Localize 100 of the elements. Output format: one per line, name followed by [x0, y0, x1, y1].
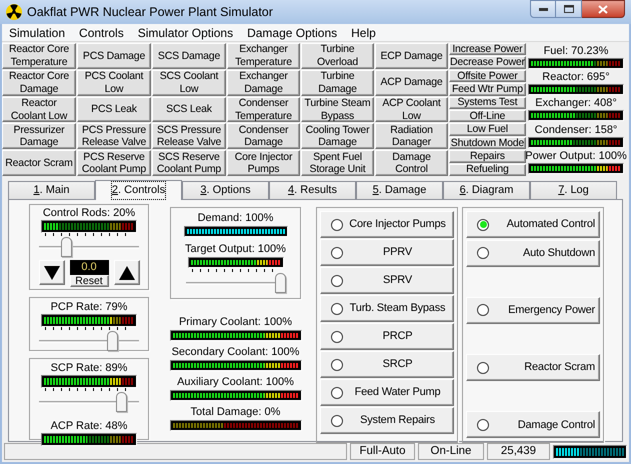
radio-circle[interactable] [477, 218, 489, 230]
alarm-button[interactable]: Reactor Core Damage [2, 70, 76, 96]
close-icon [598, 4, 608, 14]
radio-button[interactable]: Auto Shutdown [466, 240, 600, 267]
status-button[interactable]: Refueling [449, 164, 526, 176]
radio-label: SPRV [382, 273, 413, 288]
radio-button[interactable]: SRCP [320, 351, 454, 378]
radio-label: Feed Water Pump [354, 385, 442, 400]
status-button[interactable]: Off-Line [449, 110, 526, 122]
meter-label: Demand: 100% [198, 212, 274, 225]
alarm-button[interactable]: PCS Leak [77, 96, 151, 122]
menu-item[interactable]: Damage Options [240, 24, 344, 40]
slider-thumb[interactable] [106, 331, 118, 351]
meter-label: Condenser: 158° [534, 124, 618, 137]
window-title: Oakflat PWR Nuclear Power Plant Simulator [27, 4, 274, 21]
slider-thumb[interactable] [274, 273, 286, 293]
alarm-button[interactable]: Reactor Scram [2, 150, 76, 176]
alarm-button[interactable]: Exchanger Temperature [227, 43, 300, 69]
close-button[interactable] [582, 0, 625, 18]
status-text: Full-Auto [350, 443, 415, 460]
alarm-button[interactable]: Condenser Damage [227, 123, 300, 150]
alarm-button[interactable]: SCS Leak [152, 96, 226, 122]
alarm-button[interactable]: ECP Damage [375, 43, 448, 69]
minimize-icon [538, 8, 548, 10]
meter-label: ACP Rate: 48% [50, 420, 128, 433]
alarm-button[interactable]: Reactor Coolant Low [2, 96, 76, 122]
status-text: 25,439 [487, 443, 550, 460]
tab[interactable]: 5. Damage [356, 181, 443, 199]
tab[interactable]: 7. Log [530, 181, 617, 199]
status-button[interactable]: Feed Wtr Pump [449, 83, 526, 96]
slider-thumb[interactable] [61, 237, 72, 257]
alarm-button[interactable]: ACP Coolant Low [375, 96, 448, 122]
alarm-button[interactable]: SCS Coolant Low [152, 70, 226, 96]
meter-label: Auxiliary Coolant: 100% [177, 376, 294, 389]
menu-item[interactable]: Simulator Options [130, 24, 240, 40]
radio-button[interactable]: Damage Control [466, 411, 600, 438]
up-button[interactable] [114, 260, 140, 285]
alarm-button[interactable]: Turbine Steam Bypass [301, 96, 374, 122]
minimize-button[interactable] [530, 0, 556, 18]
alarm-button[interactable]: Damage Control [375, 150, 448, 176]
radio-button[interactable]: Feed Water Pump [320, 379, 454, 406]
meter-label: PCP Rate: 79% [50, 301, 128, 314]
alarm-button[interactable]: PCS Damage [77, 43, 151, 69]
status-button[interactable]: Decrease Power [449, 56, 526, 69]
alarm-button[interactable]: Pressurizer Damage [2, 123, 76, 150]
slider-thumb[interactable] [116, 392, 127, 412]
radio-button[interactable]: Reactor Scram [466, 354, 600, 382]
menu-item[interactable]: Help [344, 24, 383, 40]
down-button[interactable] [38, 260, 64, 285]
radio-label: Turb. Steam Bypass [348, 301, 446, 316]
alarm-button[interactable]: Condenser Temperature [227, 96, 300, 122]
menu-item[interactable]: Controls [72, 24, 131, 40]
radio-label: PRCP [382, 329, 414, 344]
radio-button[interactable]: System Repairs [320, 407, 454, 434]
radio-label: Auto Shutdown [522, 246, 595, 261]
alarm-button[interactable]: Radiation Danager [375, 123, 448, 150]
radio-label: Emergency Power [507, 303, 595, 318]
status-button[interactable]: Increase Power [449, 43, 526, 56]
menu-item[interactable]: Simulation [2, 24, 72, 40]
alarm-button[interactable]: Turbine Damage [301, 70, 374, 96]
meter-label: Total Damage: 0% [190, 406, 280, 419]
alarm-button[interactable]: Turbine Overload [301, 43, 374, 69]
status-button[interactable]: Repairs [449, 150, 526, 163]
tab[interactable]: 4. Results [269, 181, 356, 199]
tab[interactable]: 6. Diagram [443, 181, 530, 199]
radio-button[interactable]: PRCP [320, 323, 454, 350]
radio-label: System Repairs [359, 413, 436, 428]
radio-button[interactable]: Automated Control [466, 211, 600, 238]
alarm-button[interactable]: SCS Damage [152, 43, 226, 69]
status-button[interactable]: Shutdown Mode [449, 136, 526, 150]
status-button[interactable]: Offsite Power [449, 70, 526, 82]
alarm-button[interactable]: Exchanger Damage [227, 70, 300, 96]
meter-label: Fuel: 70.23% [544, 45, 608, 58]
alarm-button[interactable]: SCS Pressure Release Valve [152, 123, 226, 150]
alarm-button[interactable]: PCS Pressure Release Valve [77, 123, 151, 150]
radio-button[interactable]: Core Injector Pumps [320, 211, 454, 238]
alarm-button[interactable]: PCS Coolant Low [77, 70, 151, 96]
maximize-button[interactable] [556, 0, 582, 18]
reset-button[interactable]: Reset [70, 275, 108, 287]
radio-button[interactable]: Turb. Steam Bypass [320, 295, 454, 322]
alarm-button[interactable]: SCS Reserve Coolant Pump [152, 150, 226, 176]
alarm-button[interactable]: Reactor Core Temperature [2, 43, 76, 69]
alarm-button[interactable]: Spent Fuel Storage Unit [301, 150, 374, 176]
meter-label: SCP Rate: 89% [50, 362, 128, 375]
alarm-button[interactable]: Core Injector Pumps [227, 150, 300, 176]
tab[interactable]: 2. Controls [95, 180, 182, 200]
tab[interactable]: 3. Options [182, 181, 269, 199]
alarm-button[interactable]: PCS Reserve Coolant Pump [77, 150, 151, 176]
radio-button[interactable]: PPRV [320, 239, 454, 266]
radio-label: Reactor Scram [523, 360, 595, 376]
tab[interactable]: 1. Main [8, 181, 95, 199]
status-button[interactable]: Systems Test [449, 96, 526, 109]
meter-label: Reactor: 695° [542, 71, 610, 84]
status-button[interactable]: Low Fuel [449, 123, 526, 136]
radio-label: Automated Control [506, 217, 595, 232]
alarm-button[interactable]: Cooling Tower Damage [301, 123, 374, 150]
alarm-button[interactable]: ACP Damage [375, 70, 448, 96]
radio-button[interactable]: SPRV [320, 267, 454, 294]
meter-label: Power Output: 100% [525, 150, 627, 163]
radio-button[interactable]: Emergency Power [466, 296, 600, 324]
